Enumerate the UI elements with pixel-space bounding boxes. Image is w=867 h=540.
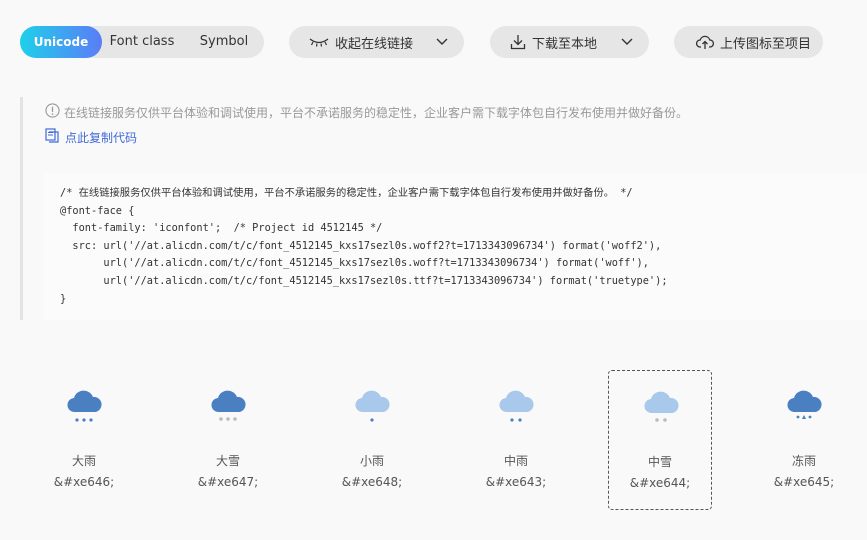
moderate-snow-icon: [643, 387, 679, 427]
online-link-panel: 在线链接服务仅供平台体验和调试使用，平台不承诺服务的稳定性，企业客户需下载字体包…: [20, 97, 867, 320]
code-line: }: [60, 292, 67, 305]
code-line: src: url('//at.alicdn.com/t/c/font_45121…: [60, 239, 662, 252]
icon-name: 中雨: [503, 454, 528, 468]
icon-card-heavy-rain[interactable]: 大雨 &#xe646;: [32, 370, 136, 510]
moderate-rain-icon: [498, 386, 534, 426]
heavy-rain-icon: [66, 386, 102, 426]
code-line: font-family: 'iconfont'; /* Project id 4…: [60, 222, 383, 235]
icon-unicode: &#xe648;: [341, 475, 403, 489]
icon-unicode: &#xe645;: [773, 475, 835, 489]
font-face-code-block[interactable]: /* 在线链接服务仅供平台体验和调试使用，平台不承诺服务的稳定性，企业客户需下载…: [44, 173, 867, 320]
exclamation-circle-icon: [45, 103, 60, 121]
icon-unicode: &#xe646;: [53, 475, 115, 489]
icon-grid: 大雨 &#xe646; 大雪 &#xe647; 小雨 &#xe648; 中雨 &…: [0, 370, 867, 510]
icon-name: 大雨: [71, 454, 96, 468]
icon-name: 大雪: [215, 454, 240, 468]
icon-name: 小雨: [359, 454, 384, 468]
light-rain-icon: [354, 386, 390, 426]
icon-card-freezing-rain[interactable]: 冻雨 &#xe645;: [752, 370, 856, 510]
code-line: url('//at.alicdn.com/t/c/font_4512145_kx…: [60, 274, 668, 287]
collapse-online-link-label: 收起在线链接: [335, 36, 414, 52]
chevron-down-icon: [436, 37, 448, 47]
tab-unicode[interactable]: Unicode: [20, 26, 102, 58]
tab-font-class[interactable]: Font class: [104, 26, 180, 58]
closed-eye-icon: [309, 36, 329, 48]
icon-card-light-rain[interactable]: 小雨 &#xe648;: [320, 370, 424, 510]
download-to-local-button[interactable]: 下载至本地: [490, 26, 649, 58]
heavy-snow-icon: [210, 386, 246, 426]
collapse-online-link-button[interactable]: 收起在线链接: [289, 26, 464, 58]
code-line: url('//at.alicdn.com/t/c/font_4512145_kx…: [60, 257, 649, 270]
download-icon: [510, 34, 526, 50]
download-to-local-label: 下载至本地: [532, 36, 598, 52]
icon-unicode: &#xe647;: [197, 475, 259, 489]
code-line: /* 在线链接服务仅供平台体验和调试使用，平台不承诺服务的稳定性，企业客户需下载…: [60, 187, 633, 199]
icon-name: 冻雨: [791, 454, 816, 468]
freezing-rain-icon: [786, 386, 822, 426]
icon-unicode: &#xe643;: [485, 475, 547, 489]
code-line: @font-face {: [60, 204, 135, 217]
cloud-upload-icon: [696, 34, 714, 50]
chevron-down-icon: [621, 37, 633, 47]
icon-card-moderate-rain[interactable]: 中雨 &#xe643;: [464, 370, 568, 510]
display-mode-switch: Unicode Font class Symbol: [20, 26, 264, 58]
icon-card-moderate-snow[interactable]: 中雪 &#xe644;: [608, 370, 712, 510]
copy-document-icon: [45, 128, 59, 146]
icon-unicode: &#xe644;: [629, 476, 691, 490]
copy-code-label: 点此复制代码: [65, 130, 138, 145]
stability-notice: 在线链接服务仅供平台体验和调试使用，平台不承诺服务的稳定性，企业客户需下载字体包…: [45, 103, 688, 121]
upload-icons-to-project-label: 上传图标至项目: [720, 36, 812, 52]
stability-notice-text: 在线链接服务仅供平台体验和调试使用，平台不承诺服务的稳定性，企业客户需下载字体包…: [64, 105, 689, 120]
icon-name: 中雪: [647, 455, 672, 469]
icon-card-heavy-snow[interactable]: 大雪 &#xe647;: [176, 370, 280, 510]
tab-symbol[interactable]: Symbol: [184, 26, 264, 58]
upload-icons-to-project-button[interactable]: 上传图标至项目: [674, 26, 823, 58]
copy-code-link[interactable]: 点此复制代码: [45, 128, 137, 146]
